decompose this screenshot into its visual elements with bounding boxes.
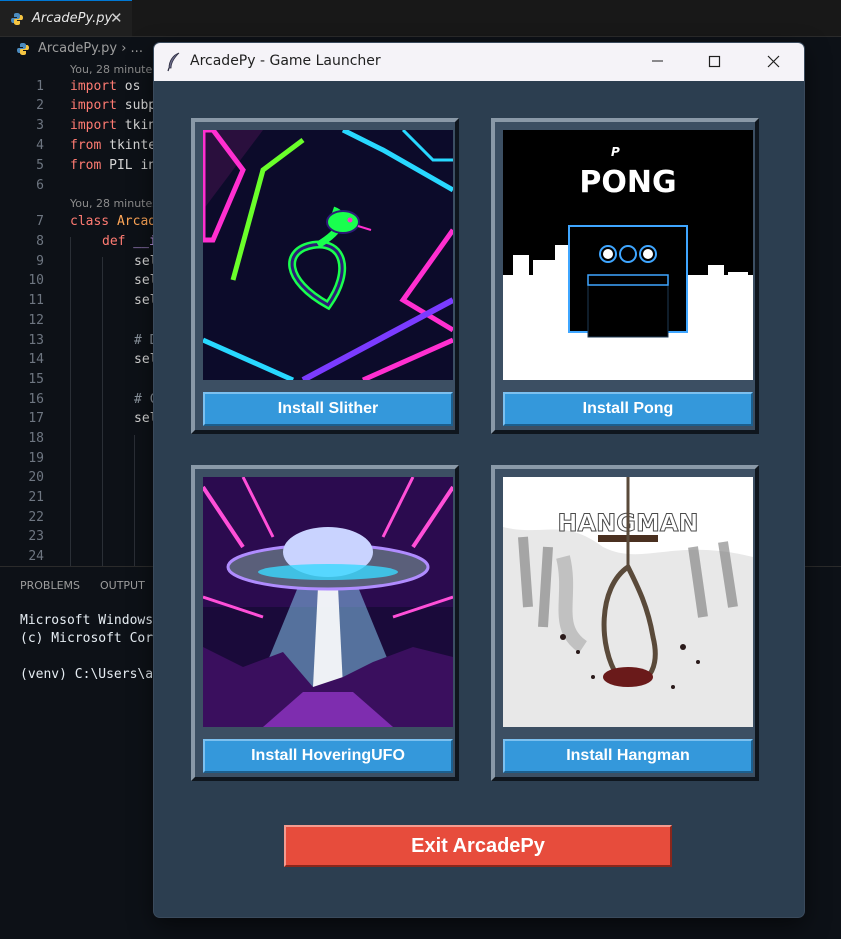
code-text: subp bbox=[116, 98, 157, 113]
code-line: from PIL in bbox=[70, 158, 156, 173]
breadcrumb-file[interactable]: ArcadePy.py bbox=[38, 41, 117, 56]
tab-problems[interactable]: PROBLEMS bbox=[20, 579, 80, 592]
indent-guide bbox=[70, 237, 71, 567]
code-text: tkinte bbox=[101, 138, 157, 153]
tab-output[interactable]: OUTPUT bbox=[100, 579, 145, 592]
window-titlebar[interactable]: ArcadePy - Game Launcher bbox=[154, 43, 804, 81]
ufo-art bbox=[203, 477, 453, 727]
indent-guide bbox=[102, 257, 103, 567]
line-number: 12 bbox=[28, 313, 44, 328]
line-number: 17 bbox=[28, 411, 44, 426]
minimize-icon bbox=[652, 60, 663, 62]
code-keyword: def bbox=[102, 234, 126, 249]
line-number: 11 bbox=[28, 293, 44, 308]
line-number: 6 bbox=[36, 178, 44, 193]
line-number: 13 bbox=[28, 333, 44, 348]
line-number: 20 bbox=[28, 470, 44, 485]
install-pong-button[interactable]: Install Pong bbox=[503, 392, 753, 426]
line-number: 14 bbox=[28, 352, 44, 367]
slither-art bbox=[203, 130, 453, 380]
game-launcher-window: ArcadePy - Game Launcher Install Slither… bbox=[154, 43, 804, 917]
code-line: import os bbox=[70, 79, 140, 94]
editor-tab-label: ArcadePy.py bbox=[32, 11, 113, 26]
code-line: import subp bbox=[70, 98, 156, 113]
line-number: 16 bbox=[28, 392, 44, 407]
maximize-icon bbox=[708, 55, 721, 68]
line-number: 21 bbox=[28, 490, 44, 505]
code-keyword: class bbox=[70, 214, 110, 229]
code-text: PIL in bbox=[101, 158, 157, 173]
terminal-line: (c) Microsoft Cor bbox=[20, 631, 154, 646]
maximize-button[interactable] bbox=[686, 43, 744, 81]
code-keyword: from bbox=[70, 158, 102, 173]
code-text: tkin bbox=[116, 118, 157, 133]
pong-title: PONG bbox=[579, 165, 676, 200]
terminal-prompt[interactable]: (venv) C:\Users\a bbox=[20, 667, 153, 682]
pong-art: P PONG bbox=[503, 130, 753, 380]
close-button[interactable] bbox=[744, 43, 804, 81]
code-keyword: import bbox=[70, 98, 117, 113]
line-number: 23 bbox=[28, 529, 44, 544]
game-card-hangman: HANGMAN Install Hangman bbox=[491, 465, 759, 781]
line-number: 3 bbox=[36, 118, 44, 133]
line-number: 22 bbox=[28, 510, 44, 525]
line-number: 1 bbox=[36, 79, 44, 94]
pong-small-letter: P bbox=[611, 145, 620, 159]
game-card-slither: Install Slither bbox=[191, 118, 459, 434]
install-slither-button[interactable]: Install Slither bbox=[203, 392, 453, 426]
line-number: 9 bbox=[36, 254, 44, 269]
line-number: 5 bbox=[36, 158, 44, 173]
code-text: os bbox=[116, 79, 141, 94]
close-icon bbox=[767, 55, 780, 68]
close-icon[interactable]: ✕ bbox=[110, 9, 123, 27]
line-number: 24 bbox=[28, 549, 44, 564]
editor-tab-bar: ArcadePy.py ✕ bbox=[0, 0, 841, 37]
python-file-icon bbox=[11, 13, 23, 25]
window-title: ArcadePy - Game Launcher bbox=[190, 53, 381, 69]
git-blame-annotation: You, 28 minute bbox=[70, 63, 153, 76]
line-number: 2 bbox=[36, 98, 44, 113]
code-line: from tkinte bbox=[70, 138, 156, 153]
terminal-line: Microsoft Windows bbox=[20, 613, 154, 628]
editor-tab-arcadepy[interactable]: ArcadePy.py ✕ bbox=[0, 0, 132, 36]
line-number: 19 bbox=[28, 451, 44, 466]
exit-button[interactable]: Exit ArcadePy bbox=[284, 825, 672, 867]
feather-icon bbox=[167, 52, 180, 72]
code-function-name: __i bbox=[125, 234, 157, 249]
line-number: 4 bbox=[36, 138, 44, 153]
code-keyword: import bbox=[70, 118, 117, 133]
game-card-hoveringufo: Install HoveringUFO bbox=[191, 465, 459, 781]
install-hangman-button[interactable]: Install Hangman bbox=[503, 739, 753, 773]
line-number: 18 bbox=[28, 431, 44, 446]
code-line: def __i bbox=[102, 234, 157, 249]
breadcrumb-text[interactable]: ArcadePy.py › ... bbox=[38, 41, 143, 56]
indent-guide bbox=[134, 435, 135, 567]
code-class-name: Arcad bbox=[109, 214, 157, 229]
code-keyword: import bbox=[70, 79, 117, 94]
minimize-button[interactable] bbox=[628, 43, 686, 81]
hangman-image: HANGMAN bbox=[503, 477, 753, 727]
install-hoveringufo-button[interactable]: Install HoveringUFO bbox=[203, 739, 453, 773]
breadcrumb-rest[interactable]: › ... bbox=[121, 41, 143, 56]
line-number: 15 bbox=[28, 372, 44, 387]
pong-image: P PONG bbox=[503, 130, 753, 380]
git-blame-annotation: You, 28 minutes bbox=[70, 197, 158, 210]
line-number: 7 bbox=[36, 214, 44, 229]
code-line: import tkin bbox=[70, 118, 156, 133]
line-number: 10 bbox=[28, 273, 44, 288]
code-line: class Arcad bbox=[70, 214, 156, 229]
snake-image bbox=[203, 130, 453, 380]
python-file-icon bbox=[17, 43, 29, 55]
hangman-art: HANGMAN bbox=[503, 477, 753, 727]
game-card-pong: P PONG Install Pong bbox=[491, 118, 759, 434]
line-number: 8 bbox=[36, 234, 44, 249]
code-keyword: from bbox=[70, 138, 102, 153]
ufo-image bbox=[203, 477, 453, 727]
